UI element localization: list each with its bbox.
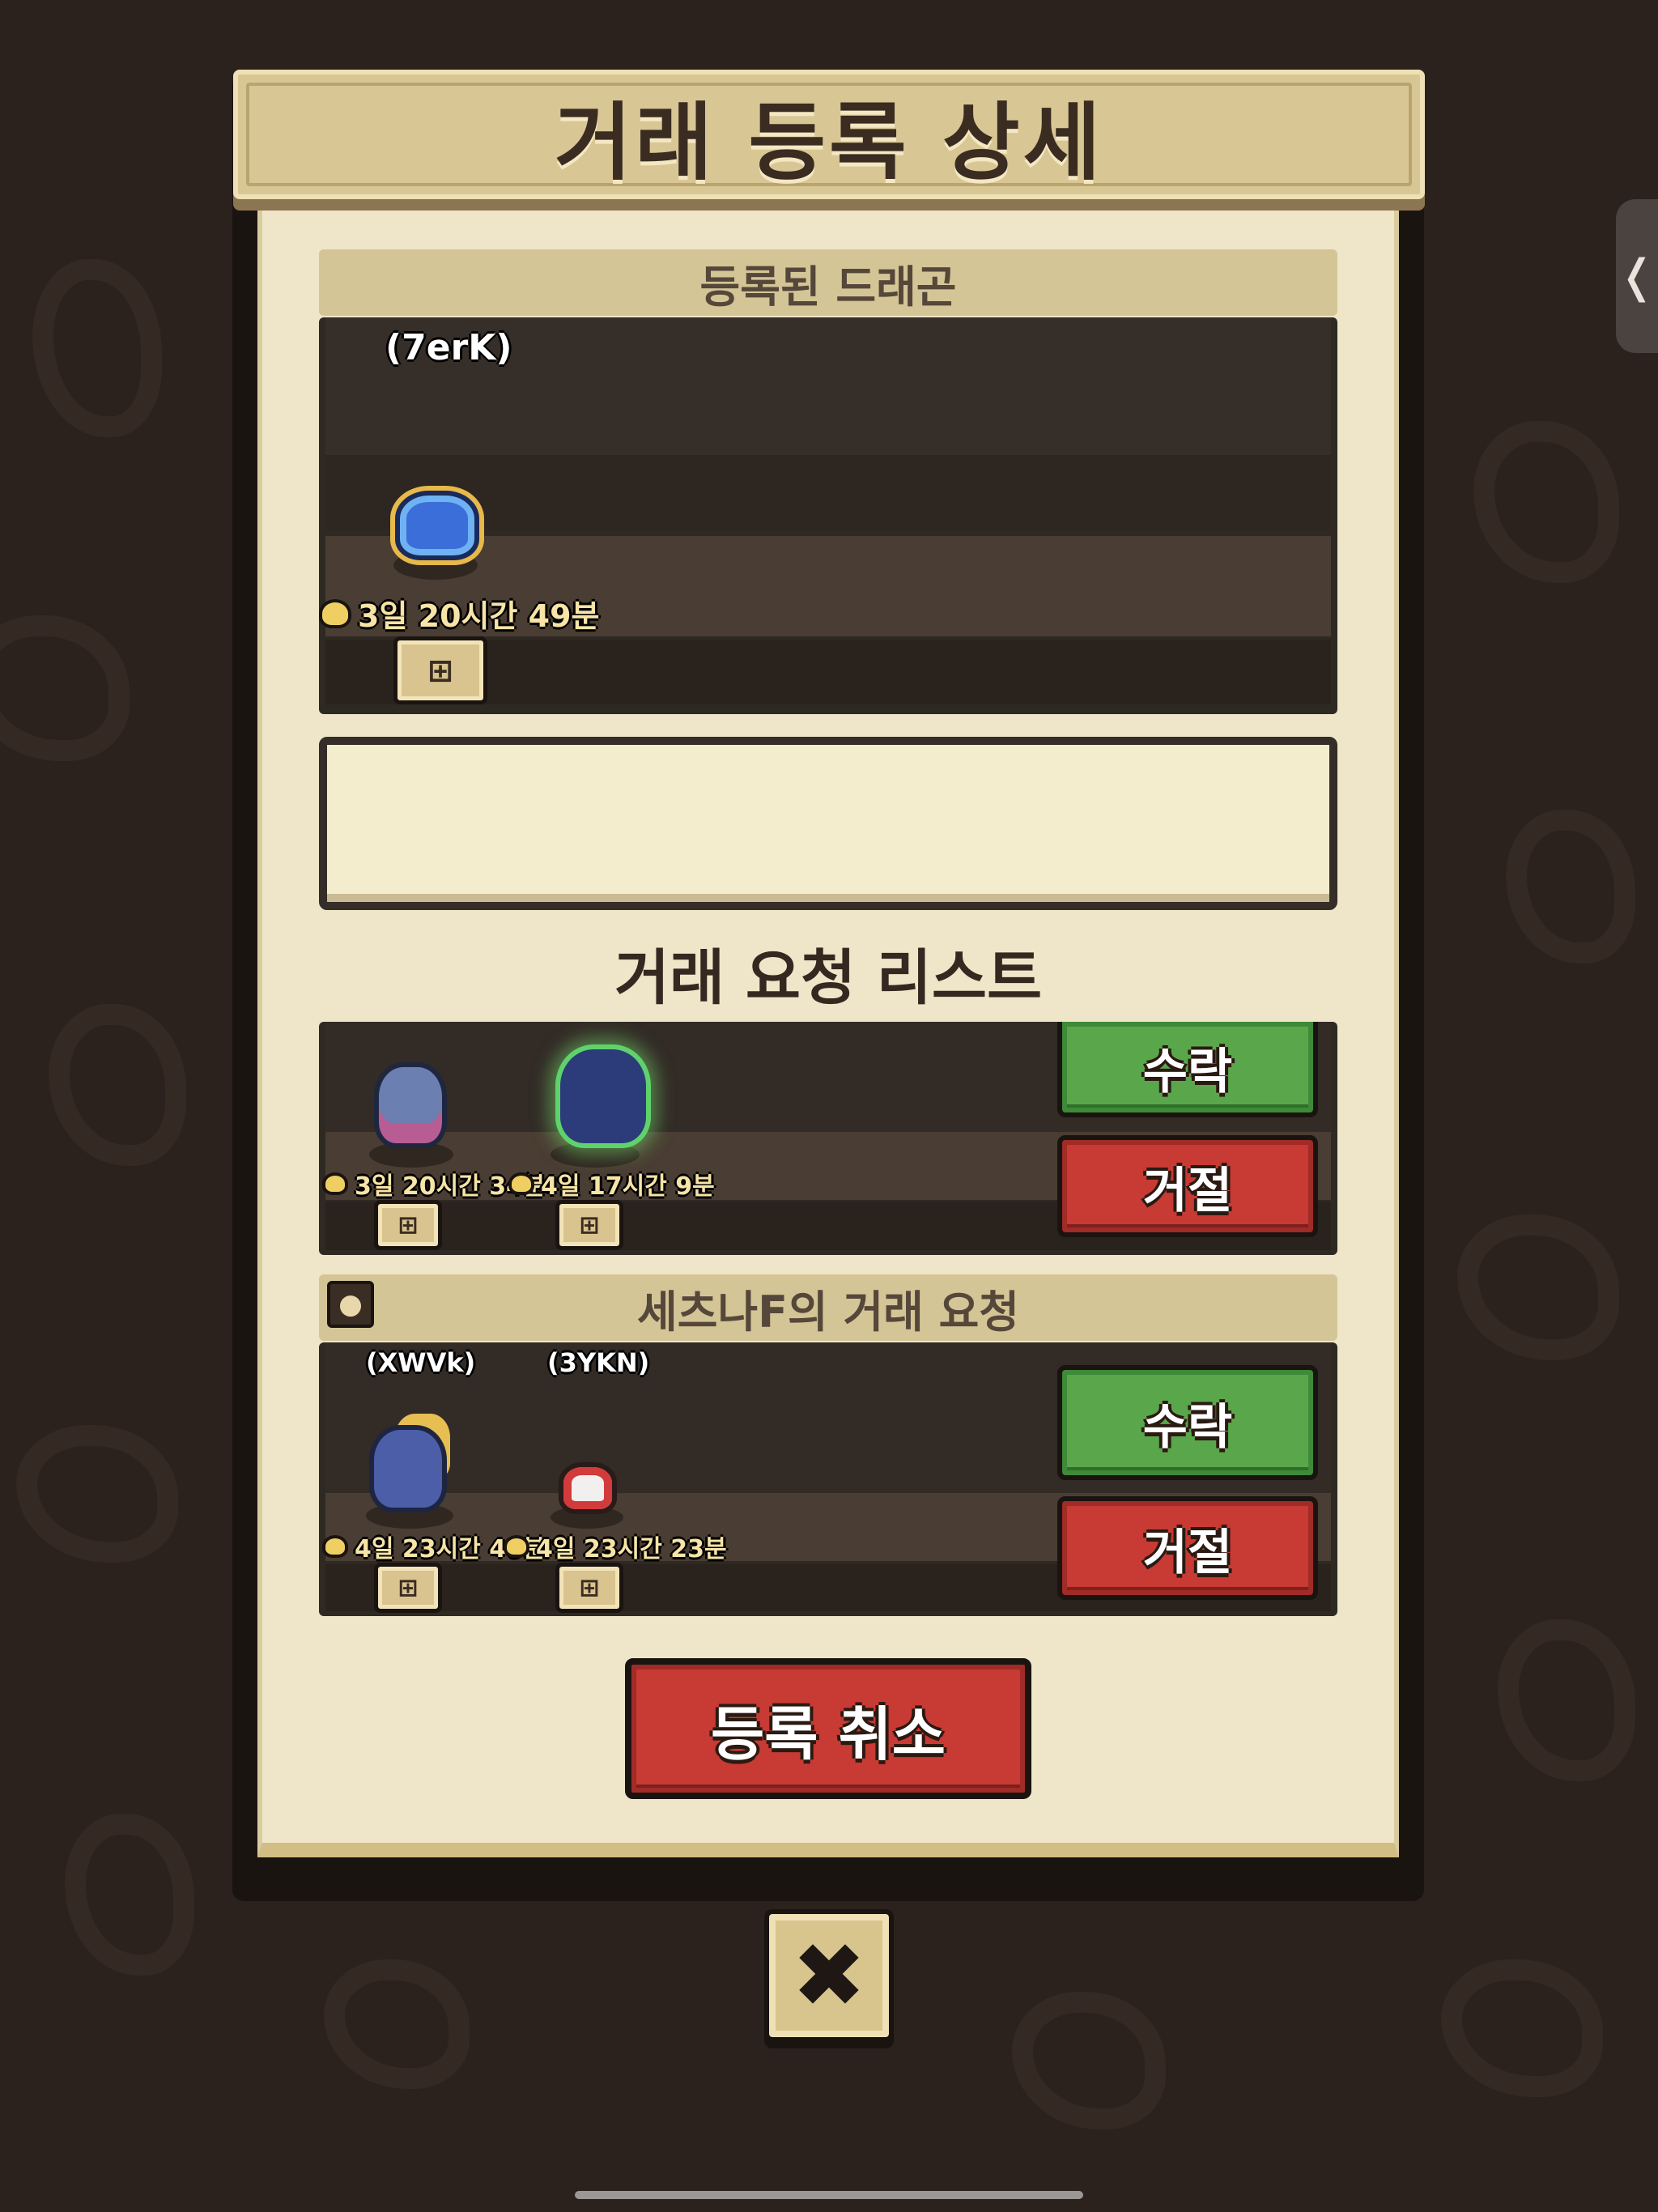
- dialog-title-bar: 거래 등록 상세: [233, 70, 1425, 199]
- heart-icon: [504, 1535, 529, 1558]
- request-2-header: 세츠나F의 거래 요청: [319, 1274, 1337, 1341]
- dragon-info-button[interactable]: ⊞: [555, 1563, 623, 1613]
- registered-dragon-header: 등록된 드래곤: [319, 249, 1337, 316]
- dragon-info-button[interactable]: ⊞: [555, 1200, 623, 1250]
- dragon-spirit-icon[interactable]: [555, 1044, 651, 1148]
- accept-button[interactable]: 수락: [1057, 1365, 1318, 1480]
- heart-icon: [322, 1535, 348, 1558]
- reject-button[interactable]: 거절: [1057, 1496, 1318, 1600]
- dragon-info-button[interactable]: ⊞: [374, 1563, 442, 1613]
- dragon-serpent-icon[interactable]: [374, 1062, 447, 1148]
- close-button[interactable]: ✖: [764, 1909, 894, 2042]
- dragon-red-icon[interactable]: [559, 1462, 617, 1514]
- heart-icon: [508, 1172, 534, 1195]
- dragon-wizard-icon[interactable]: [369, 1425, 447, 1512]
- request-2-code-2: (3YKN): [547, 1347, 650, 1378]
- message-box: [319, 737, 1337, 910]
- dragon-blue-icon[interactable]: [395, 491, 479, 560]
- request-2-timer-2: 4일 23시간 23분: [504, 1529, 727, 1564]
- chevron-left-icon: ❬: [1618, 249, 1656, 303]
- heart-icon: [322, 1172, 348, 1195]
- request-2-code-1: (XWVk): [366, 1347, 476, 1378]
- registered-dragon-code: (7erK): [385, 327, 512, 368]
- request-list-title: 거래 요청 리스트: [614, 943, 1043, 1013]
- request-1-timer-2: 4일 17시간 9분: [508, 1166, 715, 1202]
- accept-button[interactable]: 수락: [1057, 1022, 1318, 1117]
- close-icon: ✖: [791, 1924, 867, 2027]
- side-collapse-tab[interactable]: ❬: [1616, 199, 1658, 353]
- dragon-info-button[interactable]: ⊞: [393, 636, 487, 704]
- reject-button[interactable]: 거절: [1057, 1135, 1318, 1237]
- user-avatar-icon[interactable]: ●: [327, 1281, 374, 1328]
- registered-dragon-timer: 3일 20시간 49분: [319, 591, 600, 636]
- dragon-info-button[interactable]: ⊞: [374, 1200, 442, 1250]
- cancel-registration-button[interactable]: 등록 취소: [625, 1658, 1031, 1799]
- heart-icon: [319, 598, 351, 628]
- home-indicator[interactable]: [575, 2191, 1083, 2199]
- dialog-title: 거래 등록 상세: [554, 92, 1104, 192]
